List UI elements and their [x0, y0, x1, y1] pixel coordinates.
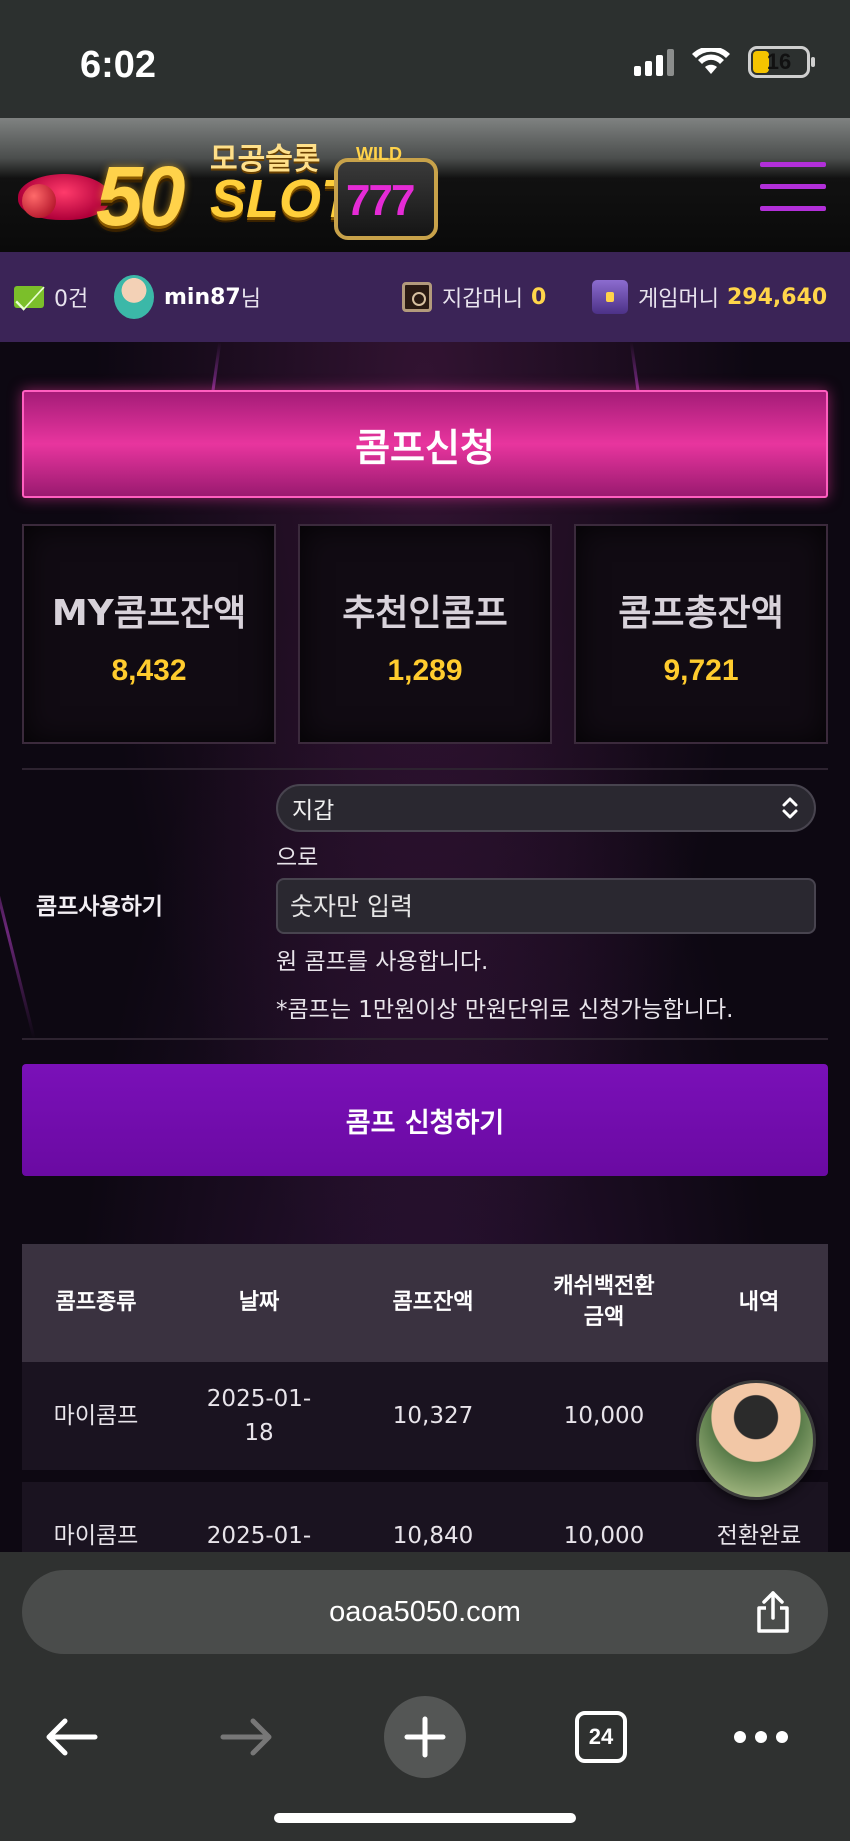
mail-icon [14, 286, 44, 308]
header-detail: 내역 [738, 1289, 780, 1315]
logo-sevens: 777 [346, 176, 415, 225]
share-icon[interactable] [754, 1590, 792, 1634]
game-money-value: 294,640 [726, 284, 828, 310]
status-time: 6:02 [80, 44, 157, 86]
header-type: 콤프종류 [55, 1289, 137, 1315]
stat-label: 콤프총잔액 [618, 593, 784, 634]
to-text: 으로 [276, 845, 319, 871]
cell-amount: 10,000 [563, 1402, 645, 1429]
amount-input[interactable] [276, 878, 816, 934]
messages-link[interactable]: 0건 [14, 252, 88, 342]
wallet-label: 지갑머니 [442, 287, 523, 312]
stat-label: 추천인콤프 [342, 593, 508, 634]
header-cashback-amount: 캐쉬백전환 금액 [553, 1274, 655, 1330]
tabs-button[interactable]: 24 [556, 1692, 646, 1782]
game-money[interactable]: 게임머니 294,640 [592, 252, 827, 342]
stat-value: 9,721 [663, 654, 739, 687]
safe-icon [402, 282, 432, 312]
wifi-icon [692, 48, 730, 74]
comp-use-form: 콤프사용하기 지갑 으로 원 콤프를 사용합니다. *콤프는 1만원이상 만원단… [22, 768, 828, 1040]
cell-type: 마이콤프 [53, 1522, 139, 1549]
new-tab-button[interactable] [380, 1692, 470, 1782]
use-text: 원 콤프를 사용합니다. [276, 949, 489, 975]
cellular-signal-icon [634, 48, 674, 76]
cell-date: 2025-01- 18 [206, 1385, 312, 1447]
treasure-chest-icon [592, 280, 628, 314]
site-header: 50 모공슬롯 SLOT WILD 777 [0, 118, 850, 252]
main-content: 콤프신청 MY콤프잔액 8,432 추천인콤프 1,289 콤프총잔액 9,72… [0, 342, 850, 1552]
wallet-money[interactable]: 지갑머니 0 [402, 252, 546, 342]
battery-icon: 16 [748, 46, 815, 78]
home-indicator [274, 1813, 576, 1823]
table-row: 마이콤프 2025-01- 10,840 10,000 전환완료 [22, 1482, 828, 1552]
cell-date: 2025-01- [206, 1522, 312, 1549]
message-count: 0건 [54, 287, 89, 312]
header-balance: 콤프잔액 [392, 1289, 474, 1315]
browser-toolbar: oaoa5050.com 24 [0, 1552, 850, 1841]
back-button[interactable] [26, 1692, 116, 1782]
cell-type: 마이콤프 [53, 1402, 139, 1429]
floating-chat-avatar[interactable] [696, 1380, 816, 1500]
stat-value: 1,289 [387, 654, 463, 687]
hamburger-menu-icon[interactable] [760, 162, 826, 212]
stat-referral-comp: 추천인콤프 1,289 [298, 524, 552, 744]
stat-my-comp: MY콤프잔액 8,432 [22, 524, 276, 744]
comp-history-table: 콤프종류 날짜 콤프잔액 캐쉬백전환 금액 내역 마이콤프 2025-01- 1… [22, 1244, 828, 1552]
site-logo[interactable]: 50 모공슬롯 SLOT WILD 777 [14, 128, 444, 248]
plus-icon [384, 1696, 466, 1778]
ios-status-bar: 6:02 16 [0, 0, 850, 118]
forward-button[interactable] [202, 1692, 292, 1782]
url-text: oaoa5050.com [329, 1595, 521, 1628]
stat-label: MY콤프잔액 [51, 593, 247, 634]
battery-level: 16 [766, 49, 792, 74]
user-profile-link[interactable]: min87 님 [114, 252, 261, 342]
cell-balance: 10,327 [392, 1402, 474, 1429]
browser-nav-row: 24 [0, 1692, 850, 1792]
arrow-right-icon [220, 1718, 272, 1756]
user-avatar-icon [114, 275, 154, 319]
chevron-updown-icon [782, 797, 798, 819]
apply-comp-button[interactable]: 콤프 신청하기 [22, 1064, 828, 1176]
game-money-label: 게임머니 [638, 287, 719, 312]
user-info-bar: 0건 min87 님 지갑머니 0 게임머니 294,640 [0, 252, 850, 342]
tabs-count: 24 [575, 1711, 627, 1763]
page-title: 콤프신청 [22, 390, 828, 498]
more-menu-button[interactable] [716, 1692, 806, 1782]
cell-amount: 10,000 [563, 1522, 645, 1549]
stat-value: 8,432 [111, 654, 187, 687]
logo-wild: WILD [356, 144, 402, 164]
cell-balance: 10,840 [392, 1522, 474, 1549]
comp-use-label: 콤프사용하기 [36, 894, 163, 920]
stat-total-comp: 콤프총잔액 9,721 [574, 524, 828, 744]
address-bar[interactable]: oaoa5050.com [22, 1570, 828, 1654]
cherry-icon [22, 184, 56, 218]
status-icons: 16 [634, 46, 815, 78]
logo-slot: SLOT [210, 169, 354, 229]
arrow-left-icon [46, 1718, 98, 1756]
header-date: 날짜 [238, 1289, 280, 1315]
logo-number: 50 [96, 149, 185, 243]
table-header: 콤프종류 날짜 콤프잔액 캐쉬백전환 금액 내역 [22, 1244, 828, 1362]
slot-machine-icon: WILD 777 [334, 144, 438, 240]
username: min87 [164, 284, 241, 310]
select-value: 지갑 [292, 798, 335, 824]
comp-note: *콤프는 1만원이상 만원단위로 신청가능합니다. [276, 997, 734, 1023]
wallet-value: 0 [530, 284, 547, 310]
username-suffix: 님 [240, 287, 261, 312]
more-dots-icon [734, 1731, 788, 1743]
target-select[interactable]: 지갑 [276, 784, 816, 832]
